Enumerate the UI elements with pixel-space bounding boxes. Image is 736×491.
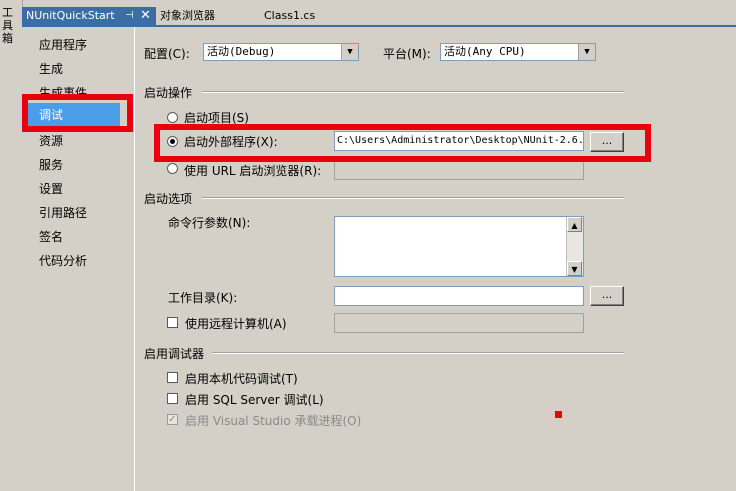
close-icon[interactable]: ✕ [140,7,151,25]
chevron-down-icon[interactable]: ▼ [578,44,595,60]
cmd-args-label: 命令行参数(N): [168,216,251,230]
tab-object-browser[interactable]: 对象浏览器 [160,7,215,25]
working-dir-label: 工作目录(K): [168,291,238,305]
tab-nunitquickstart[interactable]: NUnitQuickStart ⊣ ✕ [22,7,156,25]
platform-label: 平台(M): [383,47,431,61]
platform-select[interactable]: 活动(Any CPU) ▼ [440,43,596,61]
pin-icon[interactable]: ⊣ [125,7,134,25]
platform-value: 活动(Any CPU) [444,45,526,58]
sidebar-item-services[interactable]: 服务 [39,156,63,173]
sidebar-item-application[interactable]: 应用程序 [39,36,87,53]
scroll-up-icon[interactable]: ▲ [567,217,582,232]
scroll-down-icon[interactable]: ▼ [567,261,582,276]
radio-start-project[interactable] [167,112,178,123]
sidebar-item-settings[interactable]: 设置 [39,180,63,197]
checkbox-remote-machine[interactable] [167,317,178,328]
start-url-label: 使用 URL 启动浏览器(R): [184,164,322,178]
highlight-box-debug [22,94,133,132]
sidebar-item-resources[interactable]: 资源 [39,132,63,149]
remote-machine-label: 使用远程计算机(A) [185,317,287,331]
sidebar-item-build[interactable]: 生成 [39,60,63,77]
start-options-heading: 启动选项 [144,192,193,206]
checkbox-native-code[interactable] [167,372,178,383]
sidebar-item-signing[interactable]: 签名 [39,228,63,245]
cmd-args-scrollbar[interactable]: ▲ ▼ [566,217,583,276]
toolbox-label[interactable]: 工具箱 [2,6,16,45]
toolbox-strip[interactable]: 工具箱 [0,0,23,491]
start-url-input[interactable] [334,160,584,180]
remote-machine-input[interactable] [334,313,584,333]
tab-class1[interactable]: Class1.cs [264,7,315,25]
checkbox-sql-server[interactable] [167,393,178,404]
config-select[interactable]: 活动(Debug) ▼ [203,43,359,61]
sidebar-item-code-analysis[interactable]: 代码分析 [39,252,87,269]
red-marker [555,411,562,418]
sidebar-item-reference-paths[interactable]: 引用路径 [39,204,87,221]
radio-start-url[interactable] [167,163,178,174]
chevron-down-icon[interactable]: ▼ [341,44,358,60]
browse-working-dir-button[interactable]: ... [590,286,624,306]
cmd-args-textarea[interactable]: ▲ ▼ [334,216,584,277]
section-divider [212,352,624,354]
debuggers-heading: 启用调试器 [144,347,205,361]
section-divider [202,91,624,93]
section-divider [202,197,624,199]
tab-label: NUnitQuickStart [26,9,115,22]
checkbox-vs-host[interactable]: ✓ [167,414,178,425]
start-action-heading: 启动操作 [144,86,193,100]
config-label: 配置(C): [144,47,190,61]
native-code-label: 启用本机代码调试(T) [185,372,298,386]
sql-server-label: 启用 SQL Server 调试(L) [185,393,324,407]
config-value: 活动(Debug) [207,45,276,58]
vs-host-label: 启用 Visual Studio 承载进程(O) [185,414,362,428]
working-dir-input[interactable] [334,286,584,306]
highlight-box-external-program [154,124,651,162]
